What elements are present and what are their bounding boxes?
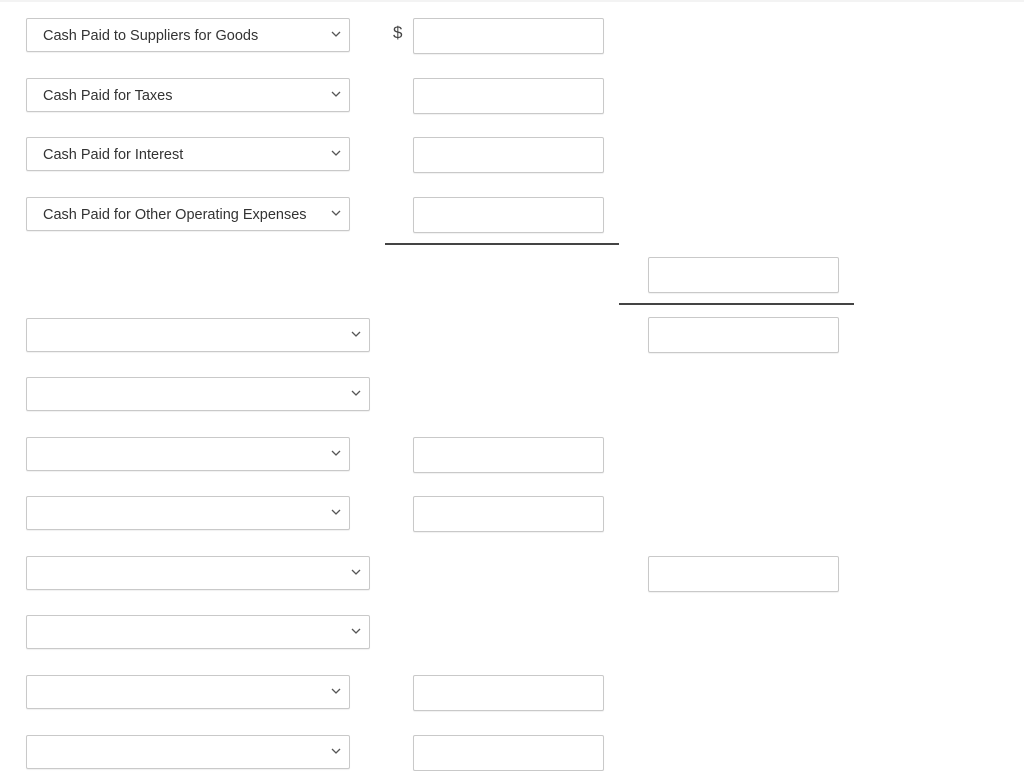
- chevron-down-icon: [331, 91, 341, 97]
- chevron-down-icon: [331, 509, 341, 515]
- amount-input-5[interactable]: [413, 437, 604, 473]
- total-input-2[interactable]: [648, 556, 839, 592]
- select-value: Cash Paid for Interest: [43, 147, 184, 163]
- select-value: Cash Paid for Other Operating Expenses: [43, 207, 307, 223]
- select-value: Cash Paid for Taxes: [43, 88, 173, 104]
- account-select-5[interactable]: [26, 318, 370, 352]
- amount-input-7[interactable]: [413, 675, 604, 711]
- chevron-down-icon: [331, 210, 341, 216]
- amount-input-1[interactable]: [413, 18, 604, 54]
- account-select-12[interactable]: [26, 735, 350, 769]
- subtotal-rule: [385, 243, 619, 245]
- account-select-9[interactable]: [26, 556, 370, 590]
- chevron-down-icon: [331, 31, 341, 37]
- amount-input-4[interactable]: [413, 197, 604, 233]
- account-select-10[interactable]: [26, 615, 370, 649]
- account-select-2[interactable]: Cash Paid for Taxes: [26, 78, 350, 112]
- chevron-down-icon: [331, 450, 341, 456]
- chevron-down-icon: [331, 688, 341, 694]
- chevron-down-icon: [351, 628, 361, 634]
- total-input-1[interactable]: [648, 317, 839, 353]
- currency-symbol: $: [393, 23, 403, 42]
- chevron-down-icon: [351, 331, 361, 337]
- amount-input-6[interactable]: [413, 496, 604, 532]
- top-border: [0, 0, 1024, 2]
- account-select-11[interactable]: [26, 675, 350, 709]
- account-select-1[interactable]: Cash Paid to Suppliers for Goods: [26, 18, 350, 52]
- total-rule: [619, 303, 854, 305]
- chevron-down-icon: [331, 150, 341, 156]
- account-select-4[interactable]: Cash Paid for Other Operating Expenses: [26, 197, 350, 231]
- account-select-6[interactable]: [26, 377, 370, 411]
- amount-input-3[interactable]: [413, 137, 604, 173]
- chevron-down-icon: [351, 390, 361, 396]
- account-select-8[interactable]: [26, 496, 350, 530]
- account-select-3[interactable]: Cash Paid for Interest: [26, 137, 350, 171]
- account-select-7[interactable]: [26, 437, 350, 471]
- subtotal-input[interactable]: [648, 257, 839, 293]
- amount-input-2[interactable]: [413, 78, 604, 114]
- select-value: Cash Paid to Suppliers for Goods: [43, 28, 259, 44]
- chevron-down-icon: [331, 748, 341, 754]
- chevron-down-icon: [351, 569, 361, 575]
